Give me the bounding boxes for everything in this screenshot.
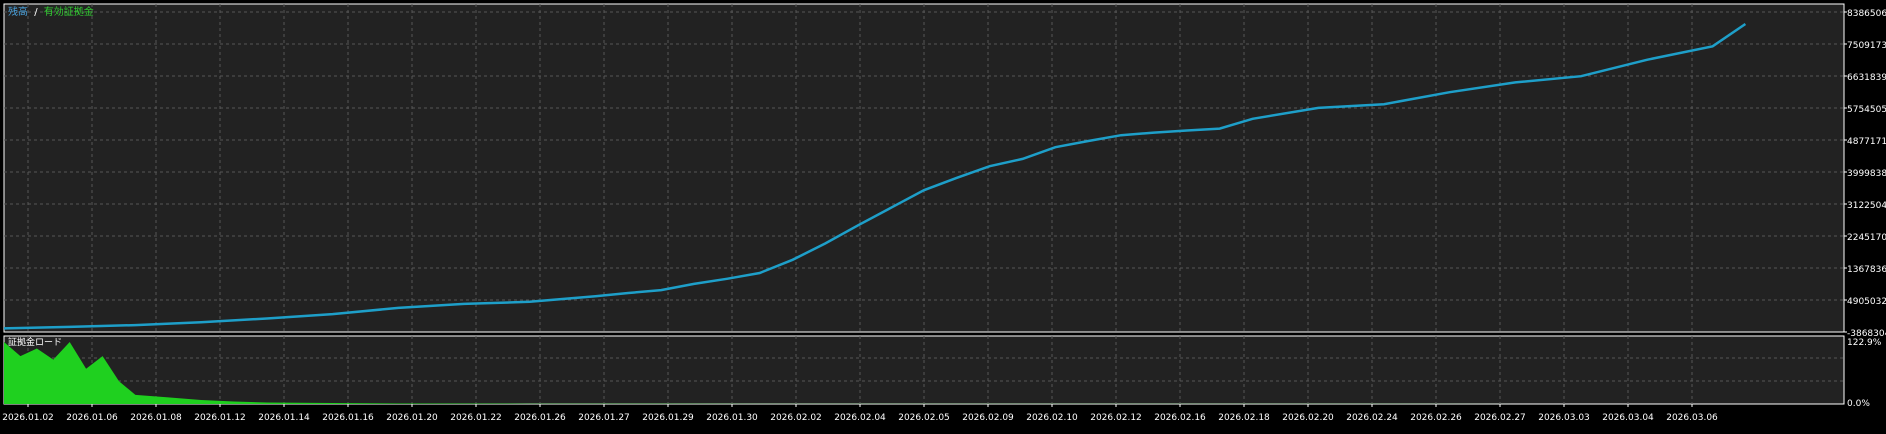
y-tick-label: 83865068	[1847, 9, 1886, 19]
x-tick-label: 2026.02.18	[1218, 413, 1270, 423]
y-tick-label: 48771719	[1847, 137, 1886, 147]
x-tick-label: 2026.02.04	[834, 413, 886, 423]
x-tick-label: 2026.02.26	[1410, 413, 1462, 423]
x-tick-label: 2026.01.22	[450, 413, 502, 423]
x-tick-label: 2026.02.02	[770, 413, 822, 423]
x-tick-label: 2026.01.29	[642, 413, 694, 423]
x-tick-label: 2026.02.24	[1346, 413, 1398, 423]
x-tick-label: 2026.02.20	[1282, 413, 1334, 423]
x-tick-label: 2026.02.27	[1474, 413, 1526, 423]
chart-canvas: 83865068 75091731 66318393 57545056 48771719…	[2, 3, 1886, 423]
x-tick-label: 2026.01.26	[514, 413, 566, 423]
x-tick-label: 2026.02.10	[1026, 413, 1078, 423]
load-y-axis: 122.9% 0.0%	[1847, 338, 1882, 409]
x-tick-label: 2026.02.12	[1090, 413, 1142, 423]
y-tick-label: 49050325	[1847, 297, 1886, 307]
load-y-tick-label: 0.0%	[1847, 399, 1870, 409]
y-tick-label: 39998381	[1847, 169, 1886, 179]
y-tick-label: 66318393	[1847, 73, 1886, 83]
x-tick-label: 2026.02.05	[898, 413, 950, 423]
time-axis: 2026.01.02 2026.01.06 2026.01.08 2026.01.12…	[2, 404, 1718, 423]
load-panel-title: 証拠金ロード	[8, 336, 62, 348]
x-tick-label: 2026.01.12	[194, 413, 246, 423]
x-tick-label: 2026.01.06	[66, 413, 118, 423]
strategy-tester-graph: 83865068 75091731 66318393 57545056 48771719…	[0, 0, 1886, 429]
x-tick-label: 2026.01.30	[706, 413, 758, 423]
x-tick-label: 2026.03.06	[1666, 413, 1718, 423]
x-tick-label: 2026.01.02	[2, 413, 54, 423]
legend-balance-label: 残高	[8, 5, 28, 18]
x-tick-label: 2026.01.20	[386, 413, 438, 423]
load-panel-frame	[3, 335, 1845, 405]
load-y-tick-label: 122.9%	[1847, 338, 1882, 348]
y-tick-label: 75091731	[1847, 41, 1886, 51]
x-tick-label: 2026.03.04	[1602, 413, 1654, 423]
y-tick-label: 31225044	[1847, 201, 1886, 211]
legend: 残高 / 有効証拠金	[8, 5, 94, 18]
x-tick-label: 2026.02.09	[962, 413, 1014, 423]
main-y-axis: 83865068 75091731 66318393 57545056 48771719…	[1844, 9, 1886, 339]
x-tick-label: 2026.02.16	[1154, 413, 1206, 423]
y-tick-label: 22451707	[1847, 233, 1886, 243]
legend-separator: /	[34, 7, 38, 18]
legend-equity-label: 有効証拠金	[44, 5, 94, 18]
y-tick-label: 57545056	[1847, 105, 1886, 115]
x-tick-label: 2026.01.27	[578, 413, 630, 423]
x-tick-label: 2026.01.14	[258, 413, 310, 423]
x-tick-label: 2026.03.03	[1538, 413, 1590, 423]
x-tick-label: 2026.01.16	[322, 413, 374, 423]
x-tick-label: 2026.01.08	[130, 413, 182, 423]
y-tick-label: 13678369	[1847, 265, 1886, 275]
